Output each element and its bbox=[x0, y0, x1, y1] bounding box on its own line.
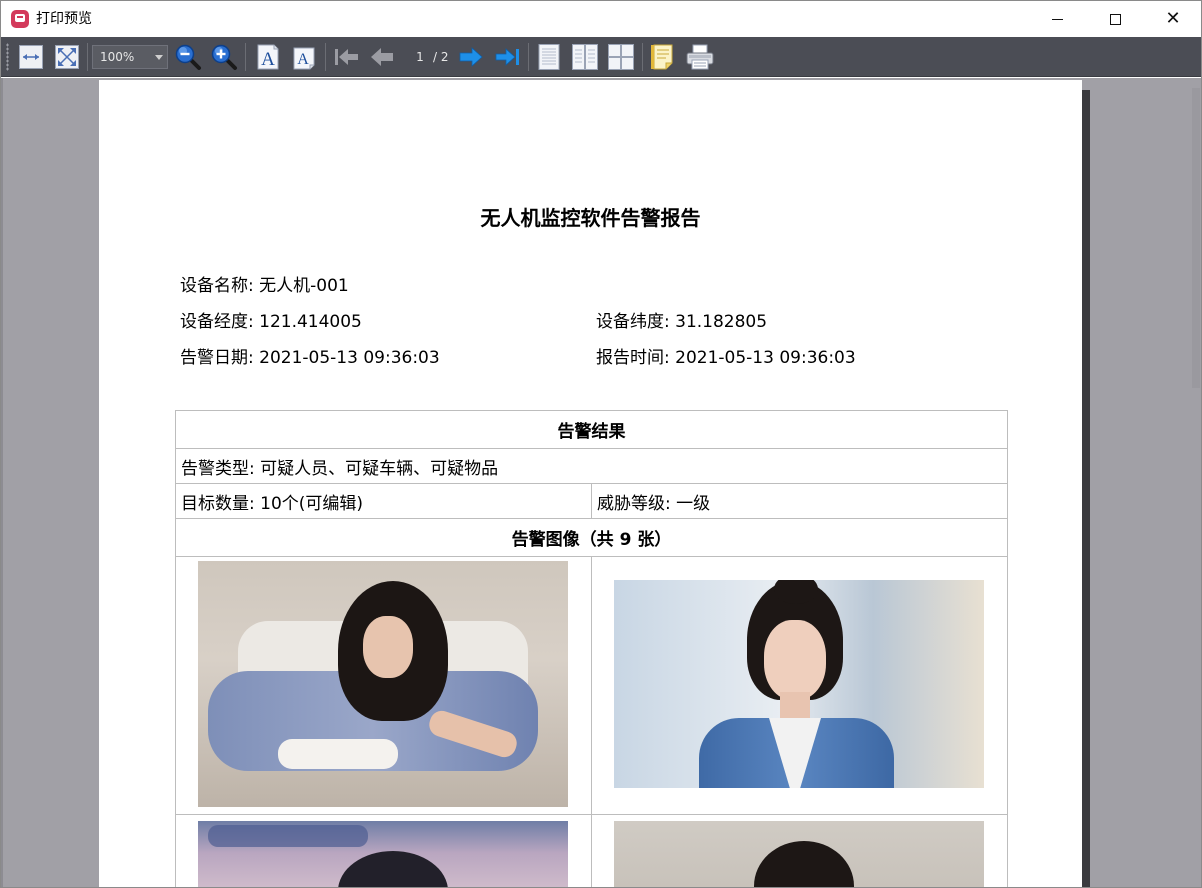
maximize-button[interactable] bbox=[1086, 1, 1144, 37]
font-smaller-button[interactable]: A bbox=[289, 42, 319, 72]
zoom-in-icon bbox=[211, 44, 237, 70]
report-page: 无人机监控软件告警报告 设备名称: 无人机-001 设备经度: 121.4140… bbox=[99, 80, 1082, 887]
preview-left-edge bbox=[1, 78, 3, 887]
image-cell bbox=[591, 556, 1008, 815]
chevron-down-icon bbox=[155, 55, 163, 60]
print-preview-window: 打印预览 ✕ 100% A A 1 / 2 无人机监控软件告警报告 设备名称: … bbox=[0, 0, 1202, 888]
page-setup-button[interactable] bbox=[648, 42, 678, 72]
alarm-image bbox=[198, 821, 568, 887]
toolbar-grip[interactable] bbox=[6, 43, 9, 71]
app-icon bbox=[11, 10, 29, 28]
result-header: 告警结果 bbox=[175, 410, 1008, 449]
image-cell bbox=[175, 556, 592, 815]
alarm-image bbox=[614, 821, 984, 887]
device-name: 设备名称: 无人机-001 bbox=[180, 276, 349, 296]
maximize-icon bbox=[1109, 13, 1121, 25]
four-page-view-button[interactable] bbox=[606, 42, 636, 72]
report-title: 无人机监控软件告警报告 bbox=[480, 206, 701, 230]
scrollbar-thumb[interactable] bbox=[1192, 88, 1200, 388]
zoom-out-button[interactable] bbox=[173, 42, 203, 72]
toolbar: 100% A A 1 / 2 bbox=[1, 37, 1201, 77]
next-page-button[interactable] bbox=[456, 42, 486, 72]
svg-text:A: A bbox=[297, 51, 309, 68]
total-pages: / 2 bbox=[433, 50, 449, 64]
zoom-out-icon bbox=[175, 44, 201, 70]
toolbar-separator bbox=[325, 43, 326, 71]
toolbar-separator bbox=[642, 43, 643, 71]
alarm-image bbox=[198, 561, 568, 807]
preview-area[interactable]: 无人机监控软件告警报告 设备名称: 无人机-001 设备经度: 121.4140… bbox=[1, 78, 1201, 887]
fit-width-icon bbox=[19, 45, 43, 69]
four-page-icon bbox=[608, 44, 634, 70]
minimize-icon bbox=[1051, 18, 1063, 20]
alarm-type: 告警类型: 可疑人员、可疑车辆、可疑物品 bbox=[175, 448, 1008, 484]
fit-page-icon bbox=[55, 45, 79, 69]
fit-width-button[interactable] bbox=[16, 42, 46, 72]
prev-page-icon bbox=[371, 48, 393, 66]
device-longitude: 设备经度: 121.414005 bbox=[180, 312, 362, 332]
svg-text:A: A bbox=[261, 49, 275, 70]
device-latitude: 设备纬度: 31.182805 bbox=[596, 312, 768, 332]
print-icon bbox=[686, 44, 714, 70]
threat-level: 威胁等级: 一级 bbox=[591, 483, 1008, 519]
next-page-icon bbox=[459, 47, 483, 67]
first-page-button[interactable] bbox=[332, 42, 362, 72]
fit-page-button[interactable] bbox=[52, 42, 82, 72]
alarm-image bbox=[614, 580, 984, 788]
last-page-button[interactable] bbox=[492, 42, 522, 72]
alarm-date: 告警日期: 2021-05-13 09:36:03 bbox=[180, 348, 440, 368]
font-larger-button[interactable]: A bbox=[253, 42, 283, 72]
font-larger-icon: A bbox=[257, 44, 279, 70]
window-title: 打印预览 bbox=[36, 11, 92, 27]
images-header: 告警图像（共 9 张） bbox=[175, 518, 1008, 557]
page-setup-icon bbox=[651, 44, 673, 70]
toolbar-separator bbox=[528, 43, 529, 71]
first-page-icon bbox=[335, 49, 358, 65]
font-smaller-icon: A bbox=[293, 47, 315, 70]
two-page-view-button[interactable] bbox=[570, 42, 600, 72]
zoom-in-button[interactable] bbox=[209, 42, 239, 72]
minimize-button[interactable] bbox=[1028, 1, 1086, 37]
zoom-value: 100% bbox=[100, 50, 135, 64]
two-page-icon bbox=[572, 44, 598, 70]
title-bar: 打印预览 ✕ bbox=[1, 1, 1201, 37]
single-page-view-button[interactable] bbox=[534, 42, 564, 72]
close-icon: ✕ bbox=[1165, 8, 1181, 29]
print-button[interactable] bbox=[685, 42, 715, 72]
vertical-scrollbar[interactable] bbox=[1191, 78, 1201, 887]
zoom-select[interactable]: 100% bbox=[92, 45, 168, 69]
close-button[interactable]: ✕ bbox=[1144, 1, 1201, 37]
toolbar-separator bbox=[87, 43, 88, 71]
target-count: 目标数量: 10个(可编辑) bbox=[175, 483, 592, 519]
toolbar-separator bbox=[245, 43, 246, 71]
current-page-input[interactable]: 1 bbox=[411, 47, 429, 67]
report-time: 报告时间: 2021-05-13 09:36:03 bbox=[596, 348, 856, 368]
single-page-icon bbox=[538, 44, 560, 70]
alarm-result-table: 告警结果 告警类型: 可疑人员、可疑车辆、可疑物品 目标数量: 10个(可编辑)… bbox=[175, 410, 1008, 887]
previous-page-button[interactable] bbox=[367, 42, 397, 72]
image-cell bbox=[591, 814, 1008, 887]
last-page-icon bbox=[495, 48, 519, 66]
image-cell bbox=[175, 814, 592, 887]
